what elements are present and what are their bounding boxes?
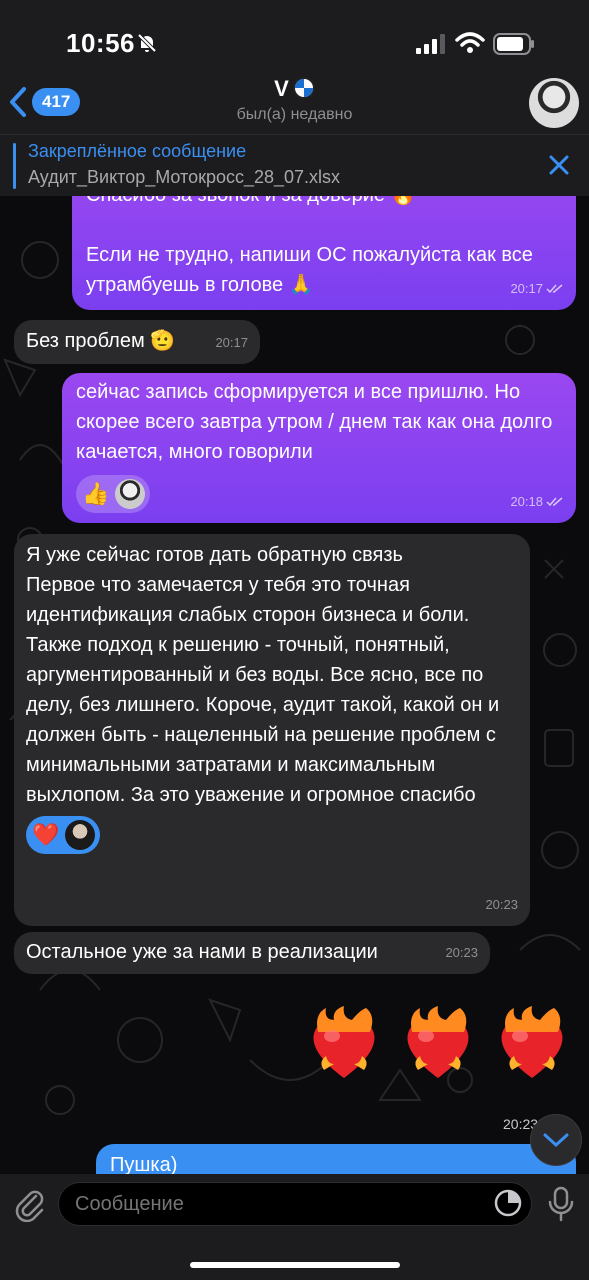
message-text: Я уже сейчас готов дать обратную связь П… — [26, 544, 500, 806]
fire-heart-icon — [313, 1006, 375, 1078]
pinned-message-bar[interactable]: Закреплённое сообщение Аудит_Виктор_Мото… — [0, 134, 589, 196]
fire-heart-icon — [501, 1006, 563, 1078]
fire-heart-icon — [407, 1006, 469, 1078]
message-time: 20:17 — [215, 335, 248, 350]
reaction-avatar — [115, 479, 145, 509]
read-ticks-icon — [546, 284, 563, 294]
close-icon[interactable] — [547, 153, 571, 177]
fire-hearts-message[interactable] — [304, 1006, 572, 1086]
chat-header: V был(а) недавно 417 — [0, 76, 589, 134]
message-text: Пушка) — [110, 1154, 178, 1174]
message-incoming[interactable]: Без проблем 🫡 20:17 — [14, 320, 260, 364]
bmw-logo-icon — [292, 77, 315, 99]
paperclip-icon[interactable] — [12, 1186, 46, 1222]
message-time: 20:23 — [485, 897, 518, 912]
message-meta: 20:18 — [510, 487, 564, 517]
back-button[interactable]: 417 — [8, 86, 81, 118]
message-outgoing[interactable]: сейчас запись сформируется и все пришлю.… — [62, 373, 576, 523]
message-meta: 20:17 — [215, 328, 248, 358]
chevron-down-icon — [543, 1133, 569, 1148]
chat-title[interactable]: V — [0, 76, 589, 102]
status-time: 10:56 — [66, 28, 135, 58]
message-time: 20:23 — [445, 945, 478, 960]
input-bar — [0, 1174, 589, 1280]
status-bar: 10:56 — [0, 0, 589, 76]
message-outgoing[interactable]: Пушка) — [96, 1144, 576, 1174]
message-incoming[interactable]: Я уже сейчас готов дать обратную связь П… — [14, 534, 530, 926]
pinned-indicator — [13, 143, 16, 189]
message-time: 20:17 — [510, 281, 543, 296]
scroll-down-button[interactable] — [530, 1114, 582, 1166]
reaction-avatar — [65, 820, 95, 850]
message-text: Спасибо за звонок и за доверие 🔥 Если не… — [86, 196, 533, 296]
wifi-icon — [455, 32, 485, 53]
chat-title-text: V — [274, 76, 289, 101]
read-ticks-icon — [546, 497, 563, 507]
message-meta: 20:23 — [485, 890, 518, 920]
message-time: 20:18 — [510, 494, 543, 509]
battery-icon — [493, 33, 534, 55]
message-input[interactable] — [58, 1182, 532, 1226]
reaction-pill[interactable]: 👍 — [76, 475, 150, 513]
reaction-pill[interactable]: ❤️ — [26, 816, 100, 854]
signal-icon — [416, 34, 445, 54]
avatar[interactable] — [529, 78, 579, 128]
chevron-left-icon — [10, 87, 26, 117]
reaction-emoji: 👍 — [82, 481, 110, 506]
message-incoming[interactable]: Остальное уже за нами в реализации 20:23 — [14, 932, 490, 974]
chat-subtitle: был(а) недавно — [236, 106, 353, 123]
message-list[interactable]: Спасибо за звонок и за доверие 🔥 Если не… — [0, 196, 589, 1174]
home-indicator — [190, 1262, 400, 1268]
message-text: сейчас запись сформируется и все пришлю.… — [76, 381, 553, 463]
message-meta: 20:17 — [510, 274, 564, 304]
message-meta: 20:23 — [445, 938, 478, 968]
sticker-icon[interactable] — [494, 1189, 522, 1217]
microphone-icon[interactable] — [548, 1186, 574, 1222]
message-outgoing[interactable]: Спасибо за звонок и за доверие 🔥 Если не… — [72, 196, 576, 310]
unread-count-badge: 417 — [32, 88, 81, 116]
reaction-emoji: ❤️ — [32, 822, 60, 847]
bell-off-icon — [137, 33, 157, 53]
pinned-title: Закреплённое сообщение — [28, 141, 247, 161]
message-text: Остальное уже за нами в реализации — [26, 941, 378, 963]
pinned-text: Аудит_Виктор_Мотокросс_28_07.xlsx — [28, 167, 341, 187]
